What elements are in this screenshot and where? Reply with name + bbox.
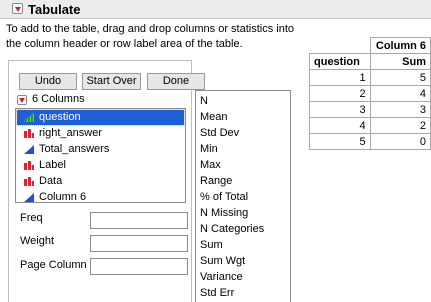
column-item-question[interactable]: question	[16, 109, 185, 126]
cell-value: 2	[369, 117, 431, 134]
cell-value: 3	[369, 101, 431, 118]
weight-label: Weight	[20, 235, 55, 247]
stat-item[interactable]: N	[200, 93, 208, 109]
freq-label: Freq	[20, 212, 43, 224]
cell-value: 4	[369, 85, 431, 102]
column-item-right-answer[interactable]: right_answer	[17, 126, 184, 141]
nominal-icon	[24, 129, 34, 138]
stat-item[interactable]: Std Dev	[200, 125, 239, 141]
stat-item[interactable]: Std Err	[200, 285, 234, 301]
done-button[interactable]: Done	[147, 73, 205, 90]
stat-item[interactable]: Max	[200, 157, 221, 173]
stat-item[interactable]: Sum Wgt	[200, 253, 245, 269]
row-label: 4	[309, 117, 371, 134]
column-item-column-6[interactable]: Column 6	[17, 190, 184, 205]
stat-item[interactable]: Min	[200, 141, 218, 157]
column-item-label: Total_answers	[39, 143, 110, 155]
statistics-list[interactable]: N Mean Std Dev Min Max Range % of Total …	[195, 90, 291, 302]
column-item-label: right_answer	[39, 127, 102, 139]
column-item-label: question	[39, 111, 81, 123]
row-label: 1	[309, 69, 371, 86]
row-label: 5	[309, 133, 371, 150]
nominal-icon	[24, 161, 34, 170]
column-header[interactable]: Column 6	[369, 37, 431, 54]
stat-item[interactable]: % of Total	[200, 189, 248, 205]
table-row: 5 0	[309, 133, 431, 150]
freq-field[interactable]	[90, 212, 188, 229]
continuous-icon	[24, 113, 34, 122]
column-item-total-answers[interactable]: Total_answers	[17, 142, 184, 157]
page-column-field[interactable]	[90, 258, 188, 275]
table-row: 4 2	[309, 117, 431, 134]
row-label-header[interactable]: question	[309, 53, 371, 70]
table-row: 2 4	[309, 85, 431, 102]
instructions-text: To add to the table, drag and drop colum…	[6, 23, 294, 50]
table-row: 1 5	[309, 69, 431, 86]
stat-item[interactable]: Mean	[200, 109, 228, 125]
column-item-data[interactable]: Data	[17, 174, 184, 189]
table-corner	[310, 38, 371, 54]
continuous-icon	[24, 193, 34, 202]
undo-button[interactable]: Undo	[19, 73, 77, 90]
stat-item[interactable]: N Categories	[200, 221, 264, 237]
cell-value: 0	[369, 133, 431, 150]
columns-menu-icon[interactable]	[17, 95, 27, 105]
stat-item[interactable]: Variance	[200, 269, 243, 285]
page-title: Tabulate	[28, 2, 81, 17]
red-triangle-menu-icon[interactable]	[12, 3, 23, 14]
column-item-label: Label	[39, 159, 66, 171]
columns-list[interactable]: question right_answer Total_answers Labe…	[15, 108, 186, 203]
stat-item[interactable]: Sum	[200, 237, 223, 253]
tabulate-result-table[interactable]: Column 6 question Sum 1 5 2 4 3 3 4 2 5 …	[309, 37, 431, 150]
tabulate-header: Tabulate	[0, 0, 431, 19]
table-row: 3 3	[309, 101, 431, 118]
stat-item[interactable]: Range	[200, 173, 232, 189]
weight-field[interactable]	[90, 235, 188, 252]
column-item-label: Column 6	[39, 191, 87, 203]
column-item-label: Data	[39, 175, 63, 187]
column-item-label[interactable]: Label	[17, 158, 184, 173]
continuous-icon	[24, 145, 34, 154]
nominal-icon	[24, 177, 34, 186]
start-over-button[interactable]: Start Over	[82, 73, 141, 90]
page-column-label: Page Column	[20, 259, 87, 271]
cell-value: 5	[369, 69, 431, 86]
stat-header[interactable]: Sum	[369, 53, 431, 70]
columns-header-label: 6 Columns	[32, 93, 85, 105]
row-label: 3	[309, 101, 371, 118]
row-label: 2	[309, 85, 371, 102]
stat-item[interactable]: N Missing	[200, 205, 248, 221]
